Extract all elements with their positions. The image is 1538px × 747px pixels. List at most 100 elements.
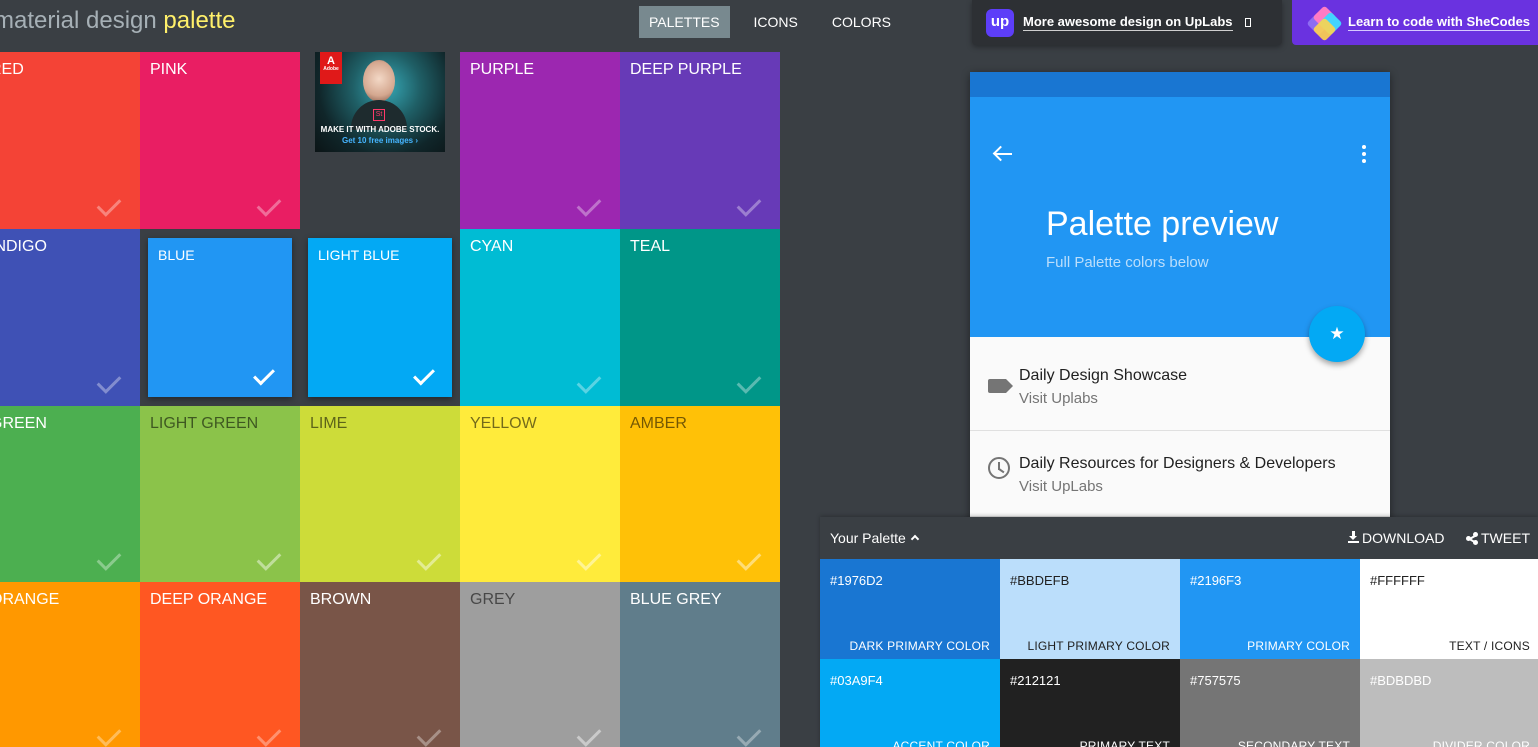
color-hex: #1976D2	[830, 573, 883, 588]
list-item-title: Daily Design Showcase	[1019, 367, 1188, 384]
preview-list-item[interactable]: Daily Resources for Designers & Develope…	[970, 430, 1390, 516]
adobe-logo: A Adobe	[320, 52, 342, 84]
logo-text-palette: palette	[163, 7, 236, 34]
palette-color-cell[interactable]: #212121 PRIMARY TEXT	[1000, 659, 1180, 747]
swatch-name: LIGHT GREEN	[150, 415, 259, 432]
color-role: ACCENT COLOR	[892, 739, 990, 747]
preview-title: Palette preview	[1046, 205, 1279, 243]
swatch-name: AMBER	[630, 415, 687, 432]
check-icon	[256, 722, 282, 747]
check-icon	[736, 546, 762, 571]
external-link-icon	[1244, 18, 1251, 27]
your-palette-toggle[interactable]: Your Palette	[830, 530, 920, 546]
preview-list-item[interactable]: Daily Design Showcase Visit Uplabs	[970, 342, 1390, 428]
top-bar: material design palette PALETTES ICONS C…	[0, 0, 1538, 52]
check-icon	[416, 722, 442, 747]
swatch-blue-grey[interactable]: BLUE GREY	[620, 582, 780, 747]
site-logo[interactable]: material design palette	[0, 6, 235, 36]
logo-text-material-design: material design	[0, 7, 157, 34]
check-icon	[96, 192, 122, 217]
nav-tab-palettes[interactable]: PALETTES	[639, 6, 730, 38]
check-icon	[416, 546, 442, 571]
swatch-name: DEEP ORANGE	[150, 591, 268, 608]
preview-header: Palette preview Full Palette colors belo…	[970, 97, 1390, 337]
check-icon	[576, 192, 602, 217]
shecodes-promo-link[interactable]: Learn to code with SheCodes	[1292, 0, 1538, 45]
color-role: DIVIDER COLOR	[1432, 739, 1530, 747]
your-palette-title: Your Palette	[830, 530, 906, 546]
swatch-light-green[interactable]: LIGHT GREEN	[140, 406, 300, 583]
ad-cta[interactable]: Get 10 free images ›	[315, 136, 445, 145]
check-icon	[736, 192, 762, 217]
uplabs-promo-text: More awesome design on UpLabs	[1023, 14, 1233, 31]
check-icon	[256, 546, 282, 571]
swatch-cyan[interactable]: CYAN	[460, 229, 620, 406]
swatch-pink[interactable]: PINK	[140, 52, 300, 229]
palette-color-cell[interactable]: #757575 SECONDARY TEXT	[1180, 659, 1360, 747]
main-nav: PALETTES ICONS COLORS	[639, 6, 915, 38]
palette-color-cell[interactable]: #FFFFFF TEXT / ICONS	[1360, 559, 1538, 659]
swatch-deep-purple[interactable]: DEEP PURPLE	[620, 52, 780, 229]
more-vert-icon[interactable]	[1360, 145, 1368, 165]
color-role: LIGHT PRIMARY COLOR	[1027, 639, 1170, 653]
chevron-up-icon	[910, 534, 920, 544]
check-icon	[253, 363, 275, 386]
download-icon	[1348, 531, 1359, 543]
tweet-button[interactable]: TWEET	[1466, 530, 1530, 546]
download-button[interactable]: DOWNLOAD	[1348, 530, 1444, 546]
swatch-yellow[interactable]: YELLOW	[460, 406, 620, 583]
nav-tab-colors[interactable]: COLORS	[822, 6, 901, 38]
adobe-stock-ad[interactable]: A Adobe St MAKE IT WITH ADOBE STOCK. Get…	[315, 52, 445, 152]
color-role: TEXT / ICONS	[1449, 639, 1530, 653]
palette-color-cell[interactable]: #BBDEFB LIGHT PRIMARY COLOR	[1000, 559, 1180, 659]
shecodes-diamond-logo	[1306, 4, 1343, 42]
swatch-green[interactable]: GREEN	[0, 406, 140, 583]
palette-color-cell[interactable]: #1976D2 DARK PRIMARY COLOR	[820, 559, 1000, 659]
clock-icon	[988, 457, 1010, 479]
list-item-subtitle: Visit UpLabs	[1019, 478, 1103, 495]
color-hex: #757575	[1190, 673, 1241, 688]
swatch-purple[interactable]: PURPLE	[460, 52, 620, 229]
nav-tab-icons[interactable]: ICONS	[744, 6, 808, 38]
swatch-deep-orange[interactable]: DEEP ORANGE	[140, 582, 300, 747]
swatch-name: GREEN	[0, 415, 47, 432]
color-role: SECONDARY TEXT	[1237, 739, 1350, 747]
ad-portrait-image	[363, 60, 395, 102]
color-role: DARK PRIMARY COLOR	[849, 639, 990, 653]
uplabs-promo-link[interactable]: up More awesome design on UpLabs	[972, 0, 1282, 45]
palette-color-cell[interactable]: #03A9F4 ACCENT COLOR	[820, 659, 1000, 747]
swatch-orange[interactable]: ORANGE	[0, 582, 140, 747]
swatch-lime[interactable]: LIME	[300, 406, 460, 583]
palette-color-cell[interactable]: #BDBDBD DIVIDER COLOR	[1360, 659, 1538, 747]
palette-color-cell[interactable]: #2196F3 PRIMARY COLOR	[1180, 559, 1360, 659]
swatch-red[interactable]: RED	[0, 52, 140, 229]
color-hex: #2196F3	[1190, 573, 1242, 588]
arrow-back-icon[interactable]	[992, 143, 1014, 165]
adobe-stock-mark: St	[373, 109, 385, 121]
swatch-name: CYAN	[470, 238, 514, 255]
swatch-light-blue[interactable]: LIGHT BLUE	[308, 238, 452, 397]
color-hex: #FFFFFF	[1370, 573, 1425, 588]
swatch-indigo[interactable]: INDIGO	[0, 229, 140, 406]
color-hex: #03A9F4	[830, 673, 883, 688]
preview-subtitle: Full Palette colors below	[1046, 254, 1209, 271]
check-icon	[576, 546, 602, 571]
download-label: DOWNLOAD	[1362, 530, 1445, 546]
list-item-subtitle: Visit Uplabs	[1019, 390, 1098, 407]
your-palette-panel: Your Palette DOWNLOAD TWEET #1976D2 DARK …	[820, 517, 1538, 747]
swatch-grey[interactable]: GREY	[460, 582, 620, 747]
swatch-teal[interactable]: TEAL	[620, 229, 780, 406]
tweet-label: TWEET	[1481, 530, 1530, 546]
check-icon	[413, 363, 435, 386]
adobe-brand-text: Adobe	[323, 66, 339, 72]
swatch-brown[interactable]: BROWN	[300, 582, 460, 747]
color-hex: #BBDEFB	[1010, 573, 1070, 588]
swatch-blue[interactable]: BLUE	[148, 238, 292, 397]
swatch-amber[interactable]: AMBER	[620, 406, 780, 583]
shecodes-promo-text: Learn to code with SheCodes	[1348, 14, 1531, 31]
palette-preview-card: Palette preview Full Palette colors belo…	[970, 72, 1390, 532]
swatch-name: PURPLE	[470, 61, 535, 78]
swatch-name: GREY	[470, 591, 516, 608]
uplabs-logo: up	[986, 8, 1014, 37]
color-role: PRIMARY TEXT	[1079, 739, 1170, 747]
